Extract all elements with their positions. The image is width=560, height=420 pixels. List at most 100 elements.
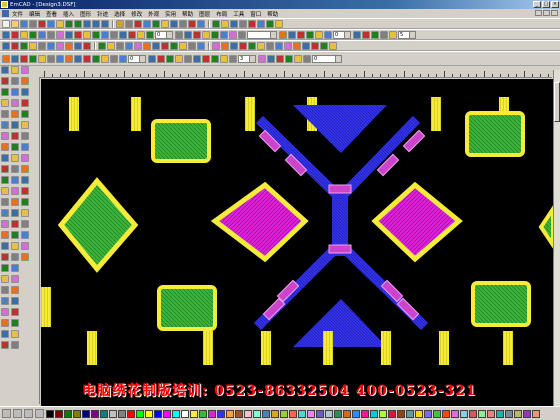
draw-tool-0-0-icon[interactable] — [1, 66, 9, 74]
align-tool-6-icon[interactable] — [229, 30, 237, 39]
draw-tool-0-9-icon[interactable] — [1, 165, 9, 173]
edit-tool-18-icon[interactable] — [170, 41, 178, 50]
scroll-thumb[interactable] — [554, 82, 560, 122]
stitch-tool-3-icon[interactable] — [29, 30, 37, 39]
stitch-tool-9-icon[interactable] — [83, 30, 91, 39]
layer-tool-7-icon[interactable] — [211, 54, 219, 63]
draw-tool-2-17-icon[interactable] — [21, 253, 29, 261]
palette-swatch[interactable] — [73, 409, 81, 418]
draw-tool-1-19-icon[interactable] — [11, 275, 19, 283]
menu-shape[interactable]: 图形 — [80, 10, 91, 18]
stitch-tool-15-icon[interactable] — [137, 30, 145, 39]
draw-tool-0-25-icon[interactable] — [1, 341, 9, 349]
fill-tool-2-icon[interactable] — [297, 30, 305, 39]
palette-swatch[interactable] — [199, 409, 207, 418]
palette-swatch[interactable] — [451, 409, 459, 418]
palette-swatch[interactable] — [442, 409, 450, 418]
edit-tool-8-icon[interactable] — [74, 41, 82, 50]
draw-tool-1-2-icon[interactable] — [11, 88, 19, 96]
edit-tool-35-icon[interactable] — [329, 41, 337, 50]
palette-swatch[interactable] — [433, 409, 441, 418]
palette-swatch[interactable] — [415, 409, 423, 418]
draw-tool-2-4-icon[interactable] — [21, 110, 29, 118]
align-tool-7-icon[interactable] — [238, 30, 246, 39]
misc-tool-3-icon[interactable] — [380, 30, 388, 39]
menu-help-1[interactable]: 帮助 — [182, 10, 193, 18]
draw-tool-1-8-icon[interactable] — [11, 154, 19, 162]
palette-swatch[interactable] — [370, 409, 378, 418]
palette-swatch[interactable] — [379, 409, 387, 418]
palette-swatch[interactable] — [397, 409, 405, 418]
draw-tool-2-9-icon[interactable] — [21, 165, 29, 173]
draw-tool-0-16-icon[interactable] — [1, 242, 9, 250]
menu-insert[interactable]: 插入 — [63, 10, 74, 18]
hoop-combo[interactable]: 0 — [312, 54, 342, 63]
tool-29-icon[interactable] — [275, 19, 283, 28]
draw-tool-1-10-icon[interactable] — [11, 176, 19, 184]
tool-15-icon[interactable] — [143, 19, 151, 28]
view-tool-4-icon[interactable] — [38, 54, 46, 63]
draw-tool-0-2-icon[interactable] — [1, 88, 9, 96]
tool-19-icon[interactable] — [179, 19, 187, 28]
layer-tool-1-icon[interactable] — [157, 54, 165, 63]
draw-tool-0-21-icon[interactable] — [1, 297, 9, 305]
print-icon[interactable] — [29, 19, 37, 28]
view-tool-11-icon[interactable] — [101, 54, 109, 63]
palette-tool-3-icon[interactable] — [35, 409, 44, 418]
draw-tool-0-6-icon[interactable] — [1, 132, 9, 140]
tool-26-icon[interactable] — [248, 19, 256, 28]
palette-swatch[interactable] — [343, 409, 351, 418]
palette-tool-2-icon[interactable] — [24, 409, 33, 418]
draw-tool-0-15-icon[interactable] — [1, 231, 9, 239]
edit-tool-11-icon[interactable] — [107, 41, 115, 50]
palette-swatch[interactable] — [280, 409, 288, 418]
edit-tool-9-icon[interactable] — [83, 41, 91, 50]
minimize-button[interactable]: _ — [533, 1, 541, 8]
angle-combo[interactable]: 5 — [398, 30, 416, 39]
edit-tool-20-icon[interactable] — [188, 41, 196, 50]
draw-tool-2-16-icon[interactable] — [21, 242, 29, 250]
view-tool-9-icon[interactable] — [83, 54, 91, 63]
palette-swatch[interactable] — [100, 409, 108, 418]
misc-tool-1-icon[interactable] — [362, 30, 370, 39]
tool-23-icon[interactable] — [221, 19, 229, 28]
align-tool-0-icon[interactable] — [175, 30, 183, 39]
edit-tool-7-icon[interactable] — [65, 41, 73, 50]
stitch-tool-12-icon[interactable] — [110, 30, 118, 39]
view-tool-13-icon[interactable] — [119, 54, 127, 63]
edit-tool-30-icon[interactable] — [284, 41, 292, 50]
palette-swatch[interactable] — [424, 409, 432, 418]
palette-swatch[interactable] — [82, 409, 90, 418]
draw-tool-1-6-icon[interactable] — [11, 132, 19, 140]
open-icon[interactable] — [11, 19, 19, 28]
menu-select[interactable]: 选择 — [114, 10, 125, 18]
color-tool-0-icon[interactable] — [258, 54, 266, 63]
palette-swatch[interactable] — [190, 409, 198, 418]
draw-tool-0-11-icon[interactable] — [1, 187, 9, 195]
align-tool-4-icon[interactable] — [211, 30, 219, 39]
layer-tool-3-icon[interactable] — [175, 54, 183, 63]
zoom-out-icon[interactable] — [92, 19, 100, 28]
palette-swatch[interactable] — [145, 409, 153, 418]
palette-swatch[interactable] — [262, 409, 270, 418]
palette-swatch[interactable] — [406, 409, 414, 418]
draw-tool-1-21-icon[interactable] — [11, 297, 19, 305]
edit-tool-25-icon[interactable] — [239, 41, 247, 50]
draw-tool-0-22-icon[interactable] — [1, 308, 9, 316]
view-tool-3-icon[interactable] — [29, 54, 37, 63]
palette-swatch[interactable] — [181, 409, 189, 418]
stitch-tool-16-icon[interactable] — [146, 30, 154, 39]
design-canvas[interactable] — [41, 79, 553, 406]
mdi-minimize-button[interactable] — [535, 10, 542, 16]
tool-20-icon[interactable] — [188, 19, 196, 28]
draw-tool-2-3-icon[interactable] — [21, 99, 29, 107]
palette-swatch[interactable] — [271, 409, 279, 418]
palette-swatch[interactable] — [208, 409, 216, 418]
undo-icon[interactable] — [65, 19, 73, 28]
fill-tool-4-icon[interactable] — [315, 30, 323, 39]
palette-swatch[interactable] — [388, 409, 396, 418]
fill-tool-0-icon[interactable] — [279, 30, 287, 39]
draw-tool-0-1-icon[interactable] — [1, 77, 9, 85]
draw-tool-1-3-icon[interactable] — [11, 99, 19, 107]
layer-tool-6-icon[interactable] — [202, 54, 210, 63]
